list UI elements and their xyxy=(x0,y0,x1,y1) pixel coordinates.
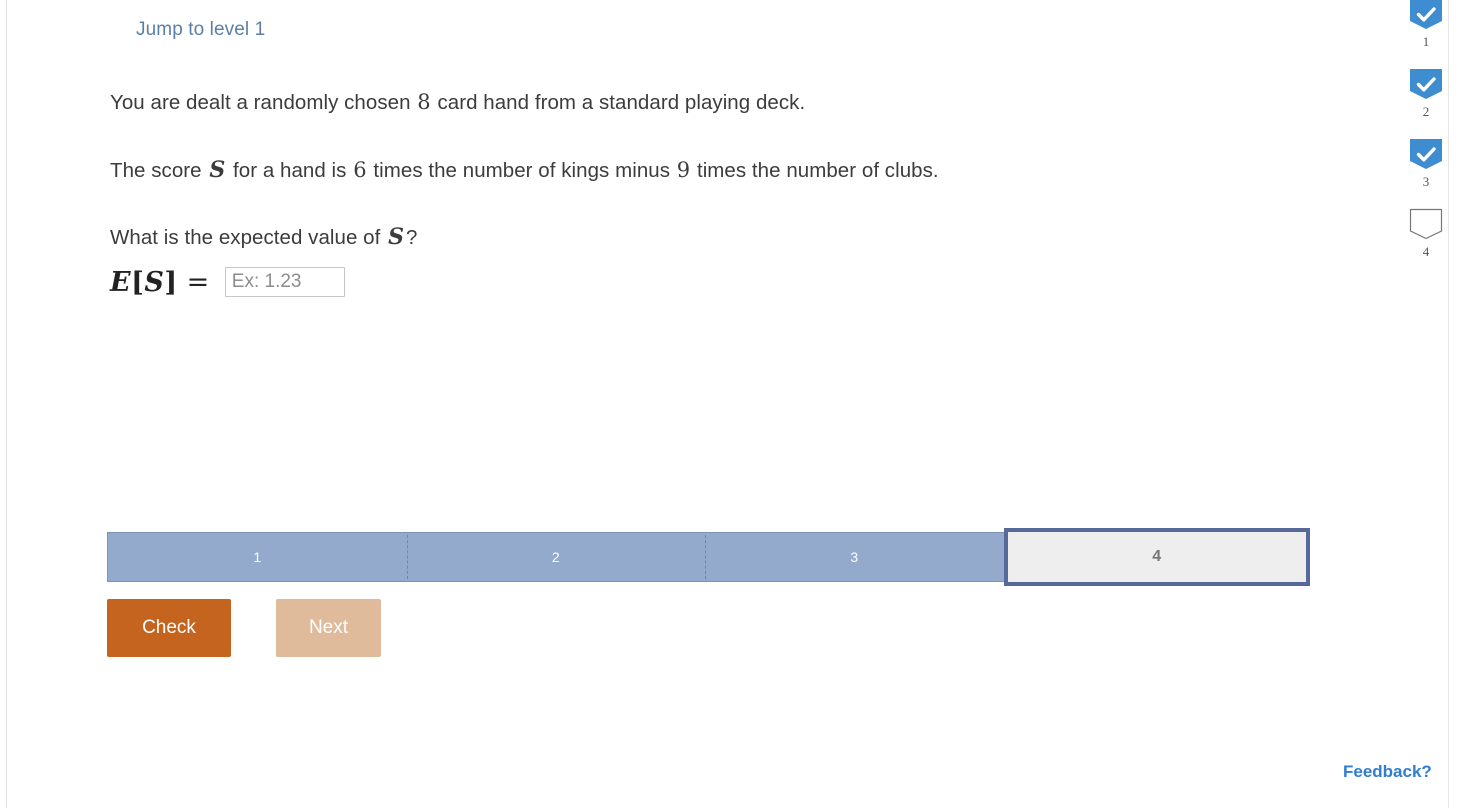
check-button[interactable]: Check xyxy=(107,599,231,657)
statement-text: What is the expected value of xyxy=(110,226,387,249)
rail-item-3[interactable]: 3 xyxy=(1396,138,1456,189)
label-equals: = xyxy=(186,266,210,298)
math-kings-multiplier: 6 xyxy=(353,158,367,182)
math-var-s: S xyxy=(388,224,405,250)
check-badge-filled-icon xyxy=(1410,69,1442,99)
rail-item-number: 4 xyxy=(1422,244,1430,259)
progress-segment-2[interactable]: 2 xyxy=(406,532,705,582)
progress-segment-label: 2 xyxy=(551,549,560,565)
math-clubs-multiplier: 9 xyxy=(676,158,691,182)
action-buttons: Check Next xyxy=(107,599,381,657)
label-s: S xyxy=(144,266,165,298)
question-content: Jump to level 1 You are dealt a randomly… xyxy=(0,0,1432,808)
question-statement-line-1: You are dealt a randomly chosen 8 card h… xyxy=(110,90,805,115)
check-badge-filled-icon xyxy=(1410,0,1442,29)
statement-text: The score xyxy=(110,159,208,182)
progress-segment-label: 1 xyxy=(253,549,262,565)
progress-bar: 1 2 3 4 xyxy=(107,528,1310,586)
progress-segment-label: 4 xyxy=(1152,548,1162,565)
progress-segment-4[interactable]: 4 xyxy=(1003,528,1310,586)
label-bracket-open: [ xyxy=(131,266,145,298)
progress-segment-1[interactable]: 1 xyxy=(107,532,407,582)
page-right-rule xyxy=(1448,0,1449,808)
rail-item-number: 2 xyxy=(1422,104,1430,119)
expected-value-input[interactable] xyxy=(224,267,345,297)
answer-row: E[S] = xyxy=(110,262,345,302)
rail-item-4[interactable]: 4 xyxy=(1396,208,1456,259)
label-e: E xyxy=(110,266,132,298)
jump-to-level-link[interactable]: Jump to level 1 xyxy=(136,19,265,41)
rail-item-2[interactable]: 2 xyxy=(1396,68,1456,119)
progress-segment-label: 3 xyxy=(850,549,859,565)
progress-segment-3[interactable]: 3 xyxy=(705,532,1004,582)
question-statement-line-2: The score S for a hand is 6 times the nu… xyxy=(110,157,939,183)
statement-text: for a hand is xyxy=(227,159,353,182)
expected-value-label: E[S] = xyxy=(110,267,212,298)
rail-item-number: 1 xyxy=(1422,34,1430,49)
statement-text: ? xyxy=(406,226,418,249)
check-badge-filled-icon xyxy=(1410,139,1442,169)
rail-item-number: 3 xyxy=(1422,174,1430,189)
label-bracket-close: ] xyxy=(164,266,178,298)
statement-text: times the number of kings minus xyxy=(367,159,676,182)
math-var-s: S xyxy=(209,157,226,183)
statement-text: card hand from a standard playing deck. xyxy=(431,91,806,114)
statement-text: times the number of clubs. xyxy=(691,159,939,182)
feedback-link[interactable]: Feedback? xyxy=(1343,762,1432,782)
rail-item-1[interactable]: 1 xyxy=(1396,0,1456,49)
question-statement-line-3: What is the expected value of S? xyxy=(110,224,417,250)
check-badge-empty-icon xyxy=(1409,208,1443,240)
statement-text: You are dealt a randomly chosen xyxy=(110,91,417,114)
math-num-cards: 8 xyxy=(417,90,431,114)
next-button[interactable]: Next xyxy=(276,599,381,657)
